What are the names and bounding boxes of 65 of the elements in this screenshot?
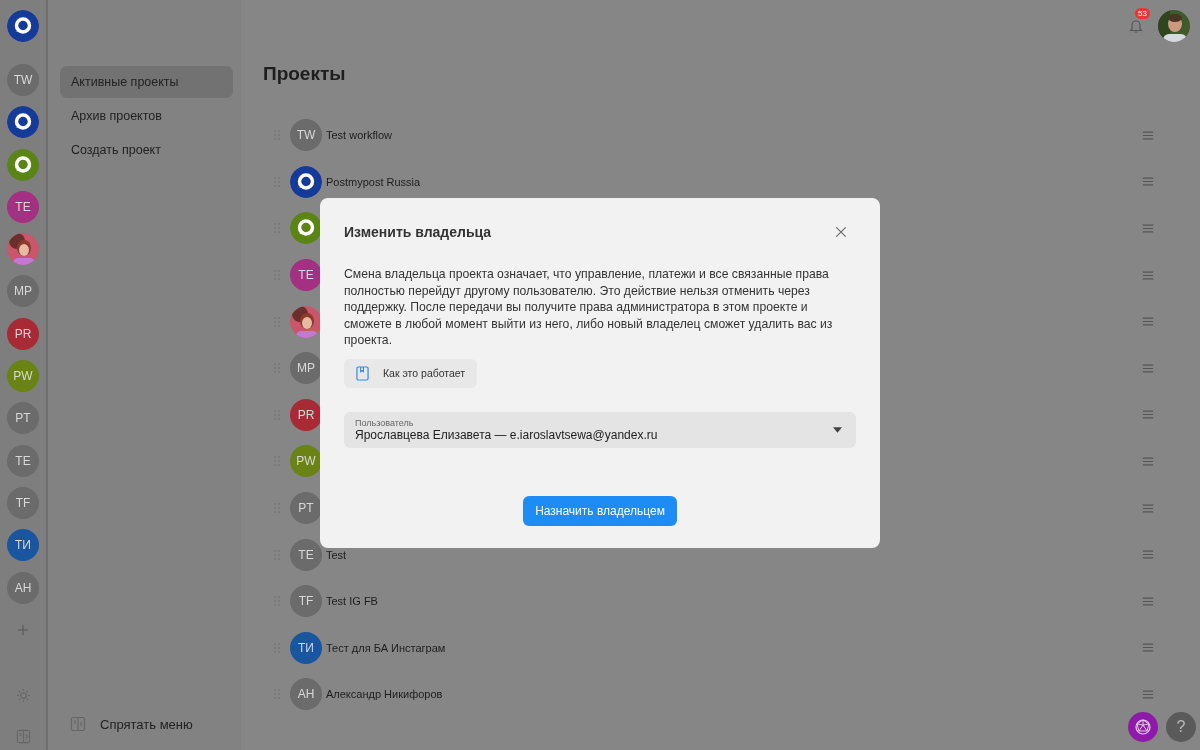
menu-icon[interactable] [1142, 129, 1154, 141]
menu-icon[interactable] [1142, 223, 1154, 234]
menu-icon[interactable] [1142, 595, 1154, 607]
project-avatar: ТИ [290, 631, 322, 664]
project-avatar: AH [290, 678, 322, 711]
project-avatar: PW [290, 445, 322, 478]
menu-icon[interactable] [1142, 362, 1154, 374]
menu-icon[interactable] [1142, 455, 1154, 467]
close-icon[interactable] [835, 226, 847, 238]
project-avatar: TE [290, 259, 322, 292]
bell-icon[interactable] [1128, 18, 1144, 34]
project-avatar: PT [290, 492, 322, 525]
menu-icon[interactable] [1142, 316, 1154, 328]
sun-icon[interactable] [15, 688, 31, 703]
project-avatar: MP [290, 352, 322, 385]
assign-owner-button[interactable]: Назначить владельцем [523, 496, 677, 526]
caret-icon [833, 426, 842, 433]
menu-icon[interactable] [1142, 269, 1154, 281]
project-avatar[interactable]: TE [7, 190, 39, 223]
project-avatar[interactable]: PW [7, 360, 39, 393]
globe-icon[interactable] [1128, 712, 1158, 742]
help-button[interactable]: ? [1166, 712, 1196, 742]
add-icon[interactable] [17, 623, 29, 636]
page-title: Проекты [263, 63, 347, 85]
menu-icon[interactable] [1142, 176, 1154, 188]
dialog-title: Изменить владельца [344, 224, 492, 240]
project-avatar[interactable]: TF [7, 486, 39, 519]
panel-icon[interactable] [70, 716, 86, 732]
menu-icon[interactable] [1142, 688, 1154, 700]
project-avatar[interactable]: PT [7, 402, 39, 435]
project-avatar: PR [290, 398, 322, 431]
user-select[interactable]: Пользователь Ярославцева Елизавета — e.iaroslavtsewa@yandex.ru [344, 411, 856, 448]
logo-icon[interactable] [7, 148, 39, 181]
project-avatar[interactable]: TW [7, 64, 39, 96]
project-name[interactable]: Александр Никифоров [326, 688, 443, 701]
project-avatar[interactable]: TE [7, 444, 39, 477]
field-label: Пользователь [355, 417, 415, 428]
menu-item[interactable]: Создать проект [60, 134, 233, 166]
menu-icon[interactable] [1142, 549, 1154, 561]
project-name[interactable]: Test [326, 548, 347, 561]
project-avatar[interactable]: PR [7, 317, 39, 350]
menu-item[interactable]: Активные проекты [60, 66, 233, 98]
project-avatar[interactable]: ТИ [7, 529, 39, 562]
notification-badge: 53 [1135, 8, 1150, 19]
logo-icon[interactable] [7, 106, 39, 139]
project-name[interactable]: Тест для БА Инстаграм [326, 641, 446, 654]
menu-icon[interactable] [1142, 409, 1154, 421]
project-name[interactable]: Test workflow [326, 129, 393, 142]
project-name[interactable]: Test IG FB [326, 595, 378, 608]
project-avatar[interactable]: MP [7, 275, 39, 308]
menu-icon[interactable] [1142, 642, 1154, 654]
project-avatar: TF [290, 585, 322, 618]
project-avatar[interactable]: AH [7, 571, 39, 604]
hide-menu-link[interactable]: Спрятать меню [100, 716, 193, 732]
how-it-works-button[interactable]: Как это работает [344, 358, 478, 388]
menu-icon[interactable] [1142, 502, 1154, 514]
project-avatar: TE [290, 538, 322, 571]
project-name[interactable]: Postmypost Russia [326, 175, 421, 188]
dialog-text: Смена владельца проекта означает, что управление, платежи и все связанные права полностью перейдут другому пользователю. Это действие нельзя отменить через поддержку. После передачи вы получите права администратора в этом проекте и сможете в любой момент выйти из него, либо новый владелец сможет удалить вас из проекта. [344, 266, 834, 349]
logo-icon[interactable] [7, 10, 39, 42]
panel-icon[interactable] [15, 729, 31, 744]
field-value: Ярославцева Елизавета — e.iaroslavtsewa@yandex.ru [355, 427, 659, 442]
menu-item[interactable]: Архив проектов [60, 100, 233, 132]
project-avatar: TW [290, 119, 322, 152]
book-icon [356, 365, 369, 381]
